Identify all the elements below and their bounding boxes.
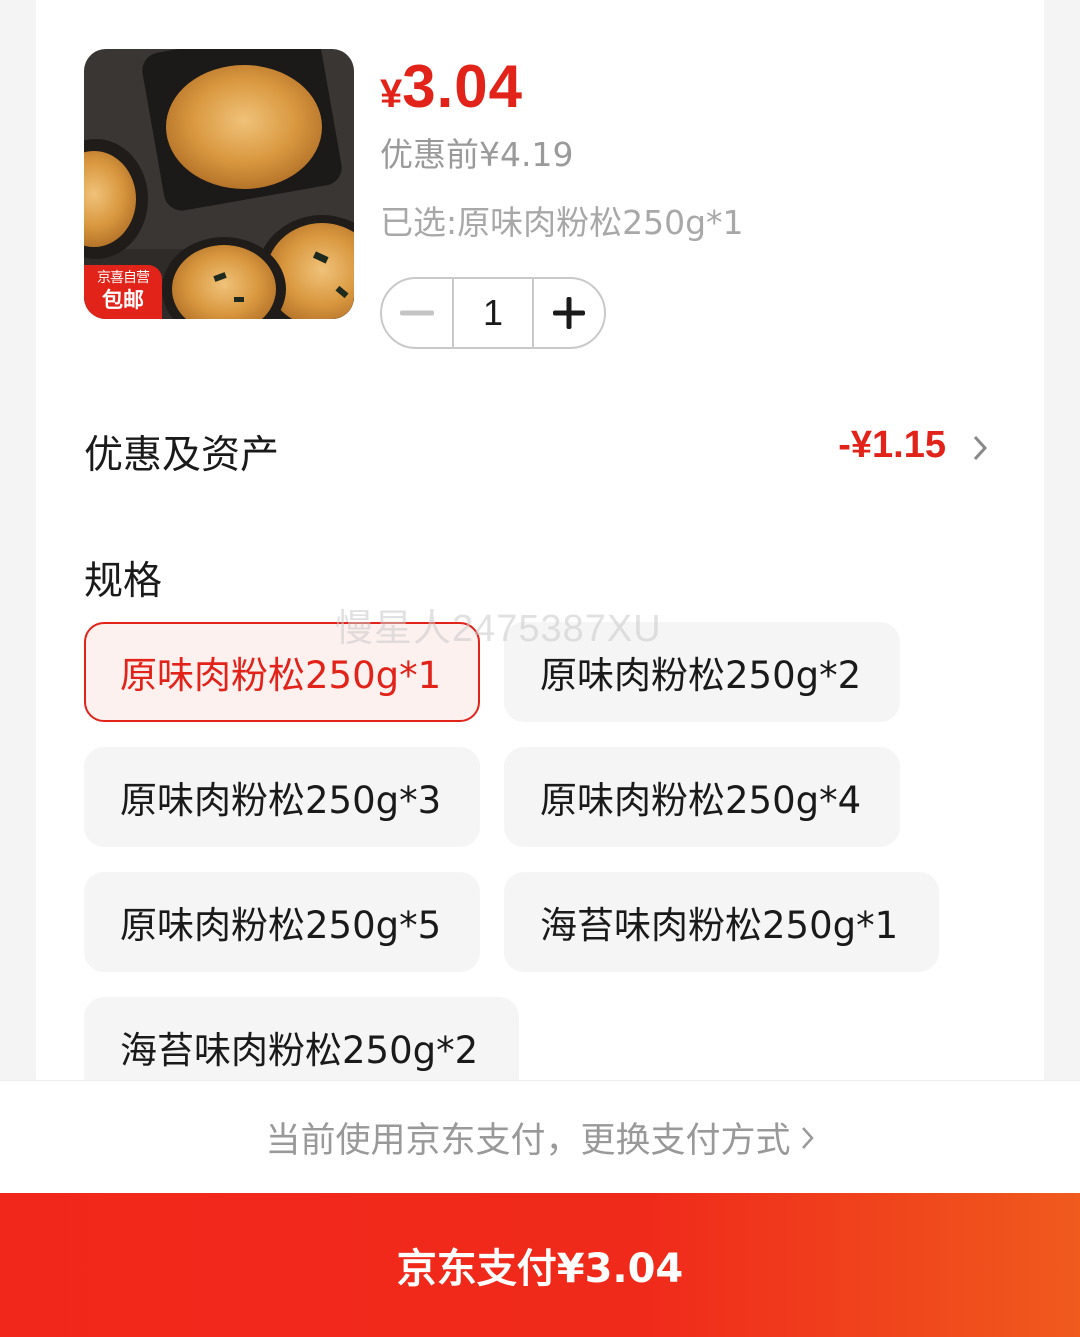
free-shipping-badge: 京喜自营 包邮 [84,265,162,319]
minus-icon [400,310,434,316]
discount-amount[interactable]: -¥1.15 [838,424,946,467]
discount-title[interactable]: 优惠及资产 [84,424,279,480]
spec-title: 规格 [84,559,163,604]
spec-option-3[interactable]: 原味肉粉松250g*3 [84,747,480,847]
original-price: 优惠前¥4.19 [380,135,574,174]
badge-bottom-text: 包邮 [102,288,144,312]
price-currency: ¥ [380,72,403,116]
quantity-value[interactable]: 1 [452,279,534,347]
spec-option-5[interactable]: 原味肉粉松250g*5 [84,872,480,972]
price-value: 3.04 [402,53,524,120]
watermark: 慢星人2475387XU [335,608,662,650]
current-price: ¥3.04 [380,52,523,121]
change-payment-method[interactable]: 当前使用京东支付，更换支付方式 [0,1080,1080,1194]
increase-button[interactable] [534,279,604,347]
chevron-right-icon[interactable] [972,434,988,462]
spec-option-6[interactable]: 海苔味肉粉松250g*1 [504,872,939,972]
product-image: 京喜自营 包邮 [84,49,354,319]
sku-panel: 京喜自营 包邮 ¥3.04 优惠前¥4.19 已选:原味肉粉松250g*1 1 … [36,0,1044,1100]
plus-icon [553,297,585,329]
decrease-button[interactable] [382,279,452,347]
badge-top-text: 京喜自营 [97,270,150,286]
spec-option-4[interactable]: 原味肉粉松250g*4 [504,747,900,847]
selected-spec-text: 已选:原味肉粉松250g*1 [380,203,744,242]
quantity-stepper: 1 [380,277,606,349]
pay-button[interactable]: 京东支付¥3.04 [0,1193,1080,1337]
payment-method-text: 当前使用京东支付，更换支付方式 [265,1121,791,1161]
chevron-right-icon [801,1126,814,1149]
